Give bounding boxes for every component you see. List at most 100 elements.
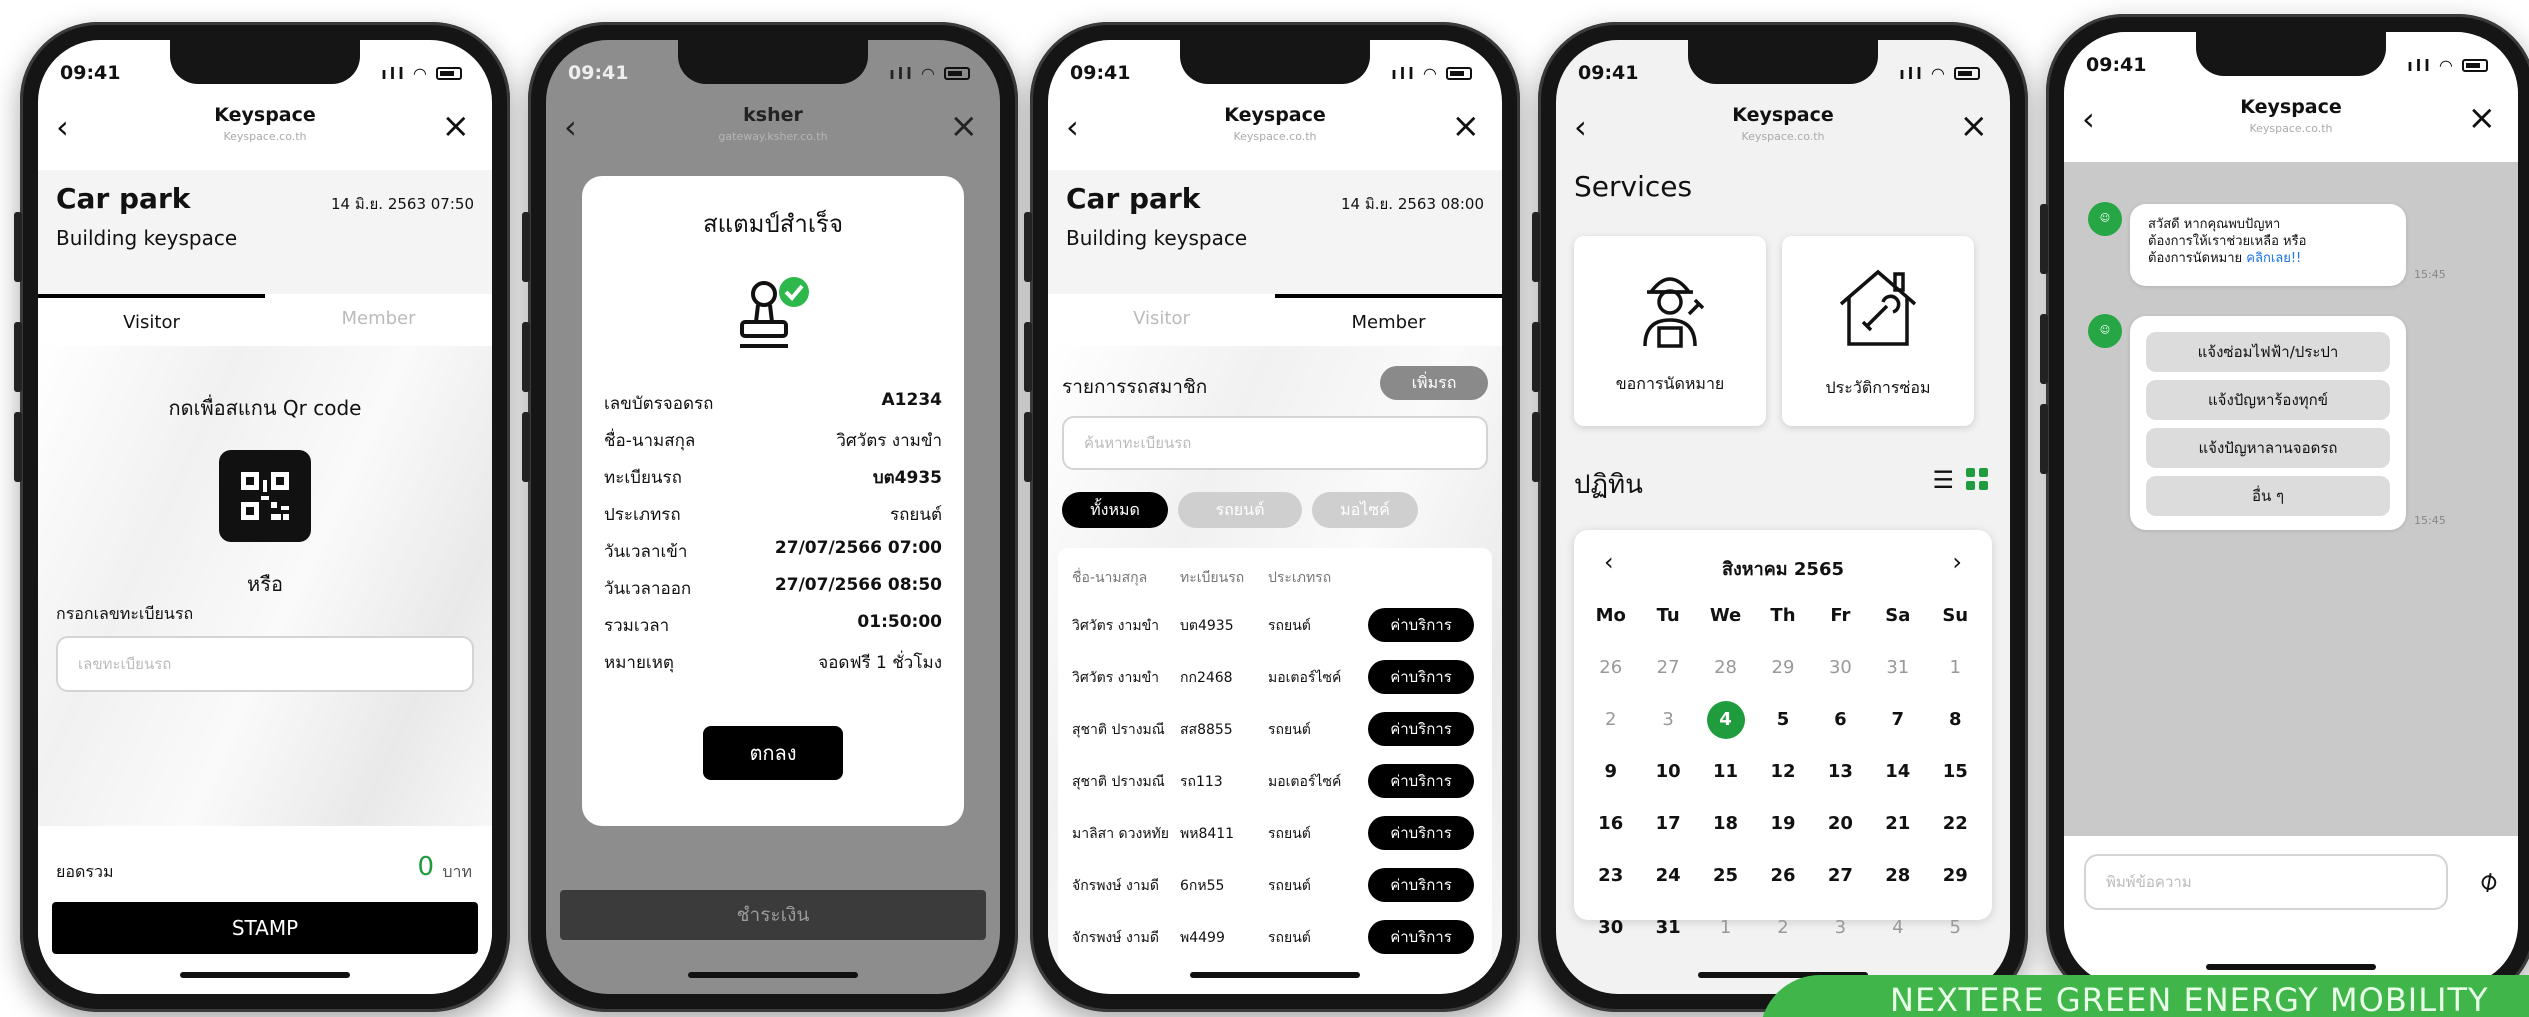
calendar-day[interactable]: 29 — [1927, 854, 1984, 906]
cell-type: รถยนต์ — [1268, 878, 1311, 894]
cell-name: มาลิสา ดวงหทัย — [1072, 826, 1169, 842]
member-table: ชื่อ-นามสกุล ทะเบียนรถ ประเภทรถ วิศวัตร … — [1058, 548, 1492, 978]
cell-type: มอเตอร์ไซค์ — [1268, 670, 1342, 686]
calendar-day[interactable]: 1 — [1927, 646, 1984, 698]
calendar-day[interactable]: 22 — [1927, 802, 1984, 854]
calendar-day[interactable]: 2 — [1754, 906, 1811, 958]
calendar-day[interactable]: 30 — [1582, 906, 1639, 958]
tab-member[interactable]: Member — [265, 294, 492, 346]
filter-all[interactable]: ทั้งหมด — [1062, 492, 1168, 528]
calendar-day[interactable]: 9 — [1582, 750, 1639, 802]
calendar-day[interactable]: 20 — [1812, 802, 1869, 854]
calendar-day[interactable]: 19 — [1754, 802, 1811, 854]
calendar: ‹ สิงหาคม 2565 › Mo Tu We Th Fr Sa Su 26 27 28 29… — [1574, 530, 1992, 938]
close-icon[interactable]: × — [1452, 108, 1481, 144]
filter-car[interactable]: รถยนต์ — [1178, 492, 1302, 528]
calendar-day[interactable]: 21 — [1869, 802, 1926, 854]
pay-button[interactable]: ชำระเงิน — [560, 890, 986, 940]
signal-icon: ıll — [1391, 64, 1417, 83]
calendar-day[interactable]: 5 — [1927, 906, 1984, 958]
service-fee-button[interactable]: ค่าบริการ — [1368, 868, 1474, 902]
calendar-day[interactable]: 10 — [1639, 750, 1696, 802]
close-icon[interactable]: × — [442, 108, 471, 144]
tab-visitor[interactable]: Visitor — [38, 294, 265, 346]
list-view-icon[interactable]: ☰ — [1932, 466, 1954, 494]
close-icon[interactable]: × — [1960, 108, 1989, 144]
detail-value: 01:50:00 — [857, 612, 942, 632]
tab-visitor[interactable]: Visitor — [1048, 294, 1275, 346]
calendar-day[interactable]: 1 — [1697, 906, 1754, 958]
table-row: วิศวัตร งามขำ บต4935 รถยนต์ ค่าบริการ — [1072, 600, 1478, 648]
message-input[interactable]: พิมพ์ข้อความ — [2084, 854, 2448, 910]
appointment-card[interactable]: ขอการนัดหมาย — [1574, 236, 1766, 426]
calendar-day[interactable]: 30 — [1812, 646, 1869, 698]
stamp-button[interactable]: STAMP — [52, 902, 478, 954]
filter-motorbike[interactable]: มอไซค์ — [1312, 492, 1418, 528]
detail-key: ชื่อ-นามสกุล — [604, 431, 696, 451]
content-area: กดเพื่อสแกน Qr code หรือ กรอกเลขทะเบียนร… — [38, 346, 492, 826]
calendar-day[interactable]: 23 — [1582, 854, 1639, 906]
calendar-day-selected[interactable]: 4 — [1697, 698, 1754, 750]
calendar-day[interactable]: 28 — [1697, 646, 1754, 698]
next-month-icon[interactable]: › — [1952, 548, 1962, 576]
calendar-day[interactable]: 24 — [1639, 854, 1696, 906]
calendar-day[interactable]: 16 — [1582, 802, 1639, 854]
service-fee-button[interactable]: ค่าบริการ — [1368, 608, 1474, 642]
calendar-day[interactable]: 29 — [1754, 646, 1811, 698]
chat-message: สวัสดี หากคุณพบปัญหา ต้องการให้เราช่วยเห… — [2130, 204, 2406, 286]
calendar-day[interactable]: 11 — [1697, 750, 1754, 802]
signal-icon: ıll — [889, 64, 915, 83]
calendar-day[interactable]: 17 — [1639, 802, 1696, 854]
close-icon[interactable]: × — [2468, 100, 2497, 136]
calendar-day[interactable]: 2 — [1582, 698, 1639, 750]
add-car-button[interactable]: เพิ่มรถ — [1380, 366, 1488, 400]
calendar-day[interactable]: 26 — [1582, 646, 1639, 698]
calendar-day[interactable]: 27 — [1639, 646, 1696, 698]
table-row: มาลิสา ดวงหทัย พห8411 รถยนต์ ค่าบริการ — [1072, 808, 1478, 856]
quick-reply-button[interactable]: แจ้งปัญหาลานจอดรถ — [2146, 428, 2390, 468]
calendar-day[interactable]: 5 — [1754, 698, 1811, 750]
calendar-day[interactable]: 13 — [1812, 750, 1869, 802]
close-icon[interactable]: × — [950, 108, 979, 144]
calendar-day[interactable]: 3 — [1812, 906, 1869, 958]
date-time: 14 มิ.ย. 2563 07:50 — [330, 195, 474, 213]
calendar-day[interactable]: 31 — [1869, 646, 1926, 698]
repair-history-card[interactable]: ประวัติการซ่อม — [1782, 236, 1974, 426]
nav-subtitle: Keyspace.co.th — [1233, 130, 1317, 143]
calendar-day[interactable]: 3 — [1639, 698, 1696, 750]
service-fee-button[interactable]: ค่าบริการ — [1368, 764, 1474, 798]
calendar-day[interactable]: 14 — [1869, 750, 1926, 802]
calendar-day[interactable]: 15 — [1927, 750, 1984, 802]
service-fee-button[interactable]: ค่าบริการ — [1368, 816, 1474, 850]
click-link[interactable]: คลิกเลย!! — [2246, 251, 2301, 266]
search-input[interactable]: ค้นหาทะเบียนรถ — [1062, 416, 1488, 470]
calendar-day[interactable]: 6 — [1812, 698, 1869, 750]
calendar-day[interactable]: 4 — [1869, 906, 1926, 958]
list-title: รายการรถสมาชิก — [1062, 376, 1208, 398]
service-fee-button[interactable]: ค่าบริการ — [1368, 660, 1474, 694]
calendar-day[interactable]: 18 — [1697, 802, 1754, 854]
calendar-day[interactable]: 27 — [1812, 854, 1869, 906]
ok-button[interactable]: ตกลง — [703, 726, 843, 780]
quick-reply-button[interactable]: แจ้งซ่อมไฟฟ้า/ประปา — [2146, 332, 2390, 372]
quick-reply-button[interactable]: อื่น ๆ — [2146, 476, 2390, 516]
calendar-day[interactable]: 8 — [1927, 698, 1984, 750]
service-fee-button[interactable]: ค่าบริการ — [1368, 920, 1474, 954]
calendar-day[interactable]: 25 — [1697, 854, 1754, 906]
tabs: Visitor Member — [1048, 294, 1502, 346]
calendar-day[interactable]: 12 — [1754, 750, 1811, 802]
nav-subtitle: Keyspace.co.th — [1741, 130, 1825, 143]
plate-input[interactable]: เลขทะเบียนรถ — [56, 636, 474, 692]
tab-member[interactable]: Member — [1275, 294, 1502, 346]
paperclip-icon[interactable]: ⌀ — [2471, 862, 2504, 899]
qr-code-icon[interactable] — [219, 450, 311, 542]
quick-reply-button[interactable]: แจ้งปัญหาร้องทุกข์ — [2146, 380, 2390, 420]
calendar-day[interactable]: 31 — [1639, 906, 1696, 958]
grid-view-icon[interactable] — [1964, 466, 1990, 492]
service-fee-button[interactable]: ค่าบริการ — [1368, 712, 1474, 746]
nav-title: Keyspace — [1224, 104, 1326, 126]
calendar-day[interactable]: 7 — [1869, 698, 1926, 750]
total-label: ยอดรวม — [56, 862, 114, 881]
calendar-day[interactable]: 28 — [1869, 854, 1926, 906]
calendar-day[interactable]: 26 — [1754, 854, 1811, 906]
